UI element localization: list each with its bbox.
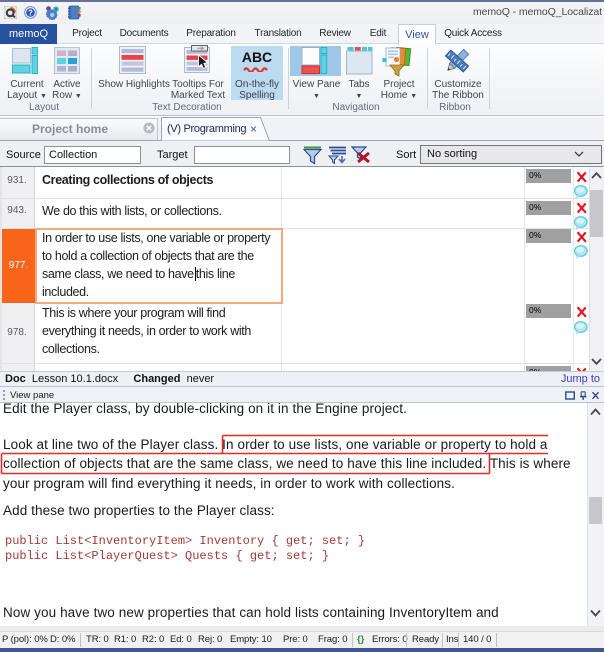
svg-text:?: ?	[28, 8, 33, 17]
